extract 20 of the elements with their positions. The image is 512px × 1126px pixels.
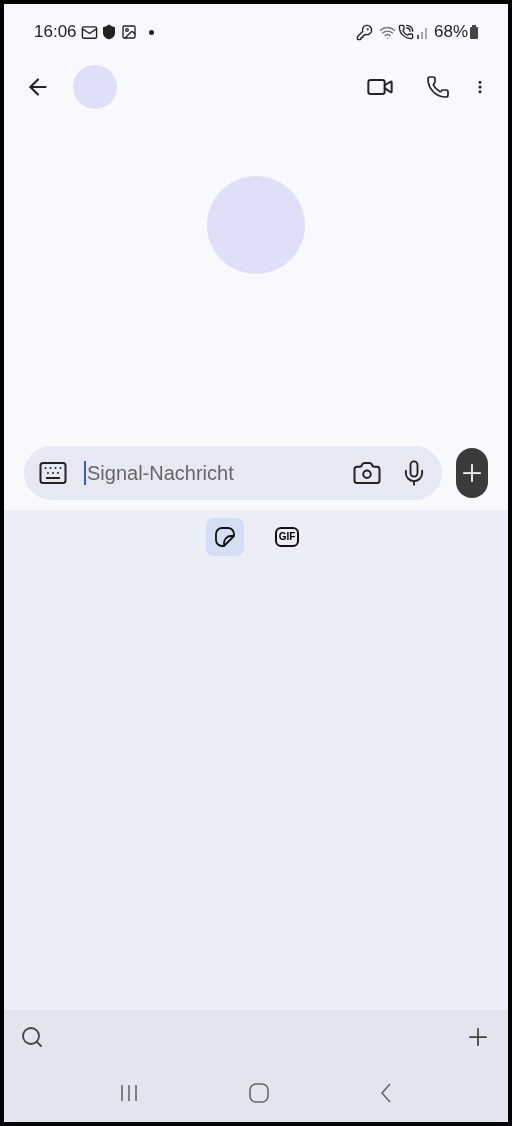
home-icon[interactable]: [248, 1082, 270, 1104]
sticker-icon[interactable]: [213, 525, 237, 549]
image-icon: [120, 24, 137, 40]
wifi-call-icon: [397, 24, 414, 40]
recent-apps-icon[interactable]: [118, 1083, 139, 1103]
shield-icon: [100, 24, 117, 40]
status-time: 16:06: [34, 21, 77, 44]
signal-icon: [415, 25, 430, 39]
message-input[interactable]: Signal-Nachricht: [87, 458, 352, 488]
gif-tab[interactable]: GIF: [268, 518, 306, 556]
battery-icon: [470, 25, 478, 39]
text-cursor: [84, 461, 86, 485]
sticker-tab[interactable]: [206, 518, 244, 556]
search-icon[interactable]: [20, 1025, 44, 1049]
back-nav-icon[interactable]: [379, 1082, 394, 1104]
mail-icon: [80, 23, 98, 41]
key-icon: [355, 23, 373, 41]
message-field[interactable]: Signal-Nachricht: [24, 446, 442, 500]
battery-percent: 68%: [433, 21, 468, 44]
add-button[interactable]: [456, 448, 488, 498]
